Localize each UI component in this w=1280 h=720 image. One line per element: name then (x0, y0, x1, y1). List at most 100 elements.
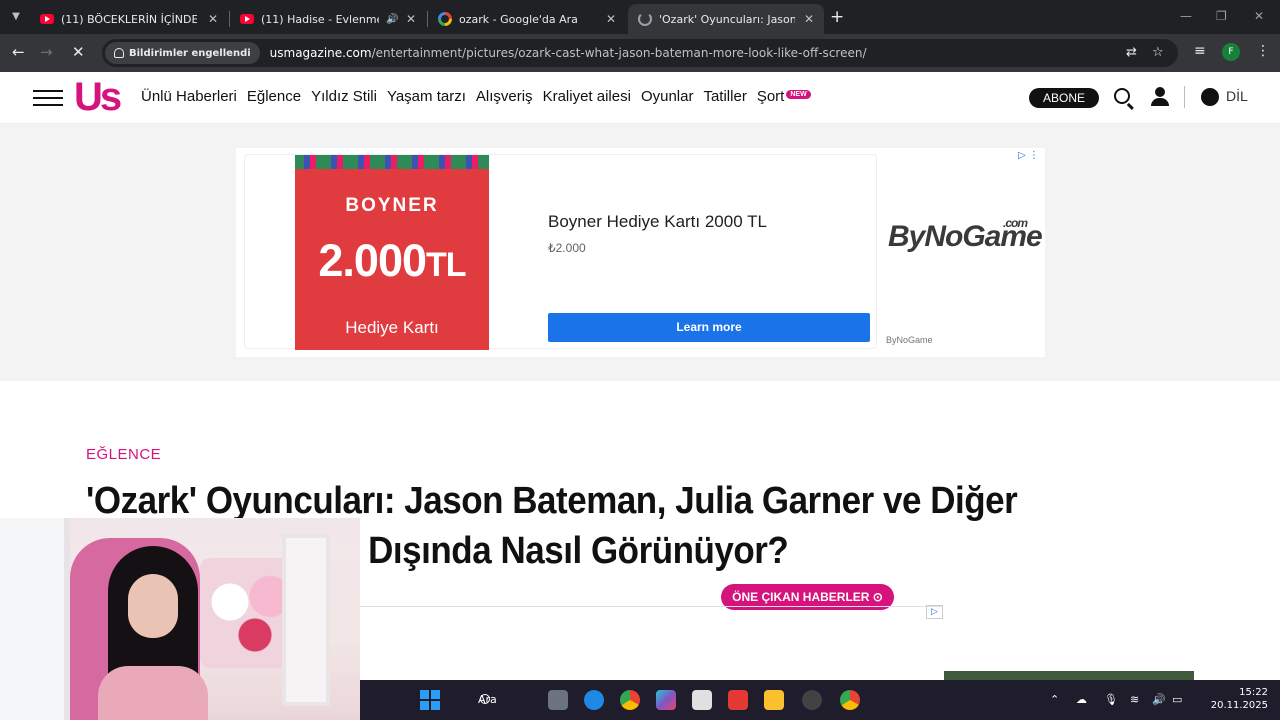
nav-item-games[interactable]: Oyunlar (641, 88, 694, 105)
address-bar[interactable]: Bildirimler engellendi usmagazine.com/en… (102, 39, 1178, 67)
taskbar-clock[interactable]: 15:22 20.11.2025 (1211, 686, 1268, 712)
main-navigation: Ünlü Haberleri Eğlence Yıldız Stili Yaşa… (141, 88, 811, 105)
webcam-person (98, 546, 208, 720)
obs-icon[interactable] (802, 690, 822, 710)
edge-icon[interactable] (584, 690, 604, 710)
google-icon (438, 12, 452, 26)
battery-icon[interactable]: ▭ (1172, 693, 1182, 706)
nav-item-star-style[interactable]: Yıldız Stili (311, 88, 377, 105)
notifications-blocked-label: Bildirimler engellendi (129, 47, 251, 59)
chrome-profile-icon[interactable] (840, 690, 860, 710)
user-account-icon[interactable] (1150, 87, 1170, 107)
task-view-icon[interactable] (548, 690, 568, 710)
clock-date: 20.11.2025 (1210, 700, 1268, 711)
ad-image-amount: 2.000TL (295, 235, 489, 287)
ad-image-amount-number: 2.000 (318, 235, 427, 286)
ad-title[interactable]: Boyner Hediye Kartı 2000 TL (548, 212, 767, 232)
url-host: usmagazine.com (269, 46, 372, 60)
cloud-off-icon[interactable]: ☁ (1076, 693, 1087, 706)
ad-choices-icon[interactable]: ▷ ⋮ (1018, 150, 1039, 161)
article-category[interactable]: EĞLENCE (86, 446, 161, 463)
nav-item-royals[interactable]: Kraliyet ailesi (543, 88, 631, 105)
nav-item-celebrity-news[interactable]: Ünlü Haberleri (141, 88, 237, 105)
browser-tab-bar: ▼ (11) BÖCEKLERİN İÇİNDE PARA ✕ (11) Had… (0, 0, 1280, 34)
back-arrow-icon[interactable]: ← (12, 43, 25, 61)
webcam-overlay (0, 518, 360, 720)
tray-overflow-chevron-icon[interactable]: ⌃ (1050, 693, 1059, 706)
ad-image-stripe (295, 155, 489, 169)
chrome-icon[interactable] (620, 690, 640, 710)
us-weekly-logo[interactable]: Us (74, 76, 122, 118)
globe-icon[interactable] (1201, 88, 1219, 106)
taskbar-search[interactable]: Ara (454, 688, 534, 712)
ad-choices-icon[interactable]: ▷ (926, 605, 943, 619)
file-explorer-icon[interactable] (764, 690, 784, 710)
notifications-blocked-chip[interactable]: Bildirimler engellendi (105, 42, 260, 64)
ad-product-image[interactable]: BOYNER 2.000TL Hediye Kartı (295, 155, 489, 350)
copilot-icon[interactable] (656, 690, 676, 710)
nav-item-entertainment[interactable]: Eğlence (247, 88, 301, 105)
store-icon[interactable] (692, 690, 712, 710)
ad-price: ₺2.000 (548, 241, 586, 255)
ad-image-label: Hediye Kartı (345, 318, 439, 337)
speaker-icon[interactable]: 🔊 (386, 14, 398, 25)
translate-icon[interactable]: ⇄ (1126, 45, 1137, 60)
search-icon[interactable] (1114, 88, 1130, 104)
close-tab-icon[interactable]: ✕ (208, 12, 218, 26)
windows-start-icon[interactable] (420, 690, 440, 710)
ad-image-brand: BOYNER (345, 195, 439, 216)
bookmark-star-icon[interactable]: ☆ (1152, 45, 1164, 60)
new-badge: NEW (786, 90, 811, 99)
loading-icon (638, 12, 652, 26)
ad-learn-more-button[interactable]: Learn more (548, 313, 870, 342)
maximize-icon[interactable]: ❐ (1216, 9, 1227, 23)
tab-title: 'Ozark' Oyuncuları: Jason Batem (659, 12, 795, 26)
browser-menu-icon[interactable]: ⋮ (1256, 43, 1270, 59)
nav-item-shorts-label: Şort (756, 88, 785, 105)
stop-loading-icon[interactable]: ✕ (72, 43, 85, 61)
wifi-icon[interactable]: ≋ (1130, 693, 1139, 706)
subscribe-button[interactable]: ABONE (1029, 88, 1099, 108)
tab-title: ozark - Google'da Ara (459, 12, 578, 26)
new-tab-button[interactable]: + (830, 8, 844, 26)
forward-arrow-icon[interactable]: → (40, 43, 53, 61)
tab-title: (11) BÖCEKLERİN İÇİNDE PARA (61, 12, 197, 26)
webcam-person-body (98, 666, 208, 720)
close-tab-icon[interactable]: ✕ (804, 12, 814, 26)
reading-list-icon[interactable]: ≡ (1194, 43, 1206, 59)
hamburger-menu-icon[interactable] (33, 90, 63, 106)
tab-youtube-1[interactable]: (11) BÖCEKLERİN İÇİNDE PARA ✕ (30, 4, 228, 34)
language-selector[interactable]: DİL (1226, 88, 1248, 104)
nav-item-lifestyle[interactable]: Yaşam tarzı (387, 88, 466, 105)
webcam-background-window (0, 518, 70, 720)
header-divider (1184, 86, 1185, 108)
volume-icon[interactable]: 🔊 (1152, 693, 1166, 706)
tab-active-ozark[interactable]: 'Ozark' Oyuncuları: Jason Batem ✕ (628, 4, 824, 34)
tab-youtube-2[interactable]: (11) Hadise - Evlenmeliyiz ( 🔊 ✕ (230, 4, 426, 34)
wps-office-icon[interactable] (728, 690, 748, 710)
nav-item-shopping[interactable]: Alışveriş (476, 88, 533, 105)
close-tab-icon[interactable]: ✕ (606, 12, 616, 26)
browser-toolbar: ← → ✕ Bildirimler engellendi usmagazine.… (0, 34, 1280, 72)
bynogame-logo[interactable]: ByNoGame .com (888, 216, 1043, 254)
tab-google-search[interactable]: ozark - Google'da Ara ✕ (428, 4, 626, 34)
nav-item-holidays[interactable]: Tatiller (703, 88, 746, 105)
nav-item-shorts[interactable]: Şort NEW (757, 88, 811, 105)
sidebar-image[interactable] (944, 671, 1194, 680)
webcam-mirror (282, 534, 330, 706)
youtube-icon (240, 14, 254, 24)
tab-search-chevron-icon[interactable]: ▼ (8, 9, 24, 25)
close-tab-icon[interactable]: ✕ (406, 12, 416, 26)
clock-time: 15:22 (1239, 687, 1268, 698)
site-header: Us Ünlü Haberleri Eğlence Yıldız Stili Y… (0, 72, 1280, 124)
content-divider (360, 606, 943, 607)
bell-off-icon (114, 48, 124, 58)
profile-avatar[interactable]: F (1222, 43, 1240, 61)
bynogame-logo-suffix: .com (1003, 216, 1028, 230)
youtube-icon (40, 14, 54, 24)
webcam-person-face (128, 574, 178, 638)
url-text[interactable]: usmagazine.com/entertainment/pictures/oz… (270, 46, 867, 60)
microphone-icon[interactable]: 🎙 (1104, 693, 1118, 706)
close-window-icon[interactable]: ✕ (1254, 9, 1264, 23)
minimize-icon[interactable]: — (1180, 9, 1192, 23)
